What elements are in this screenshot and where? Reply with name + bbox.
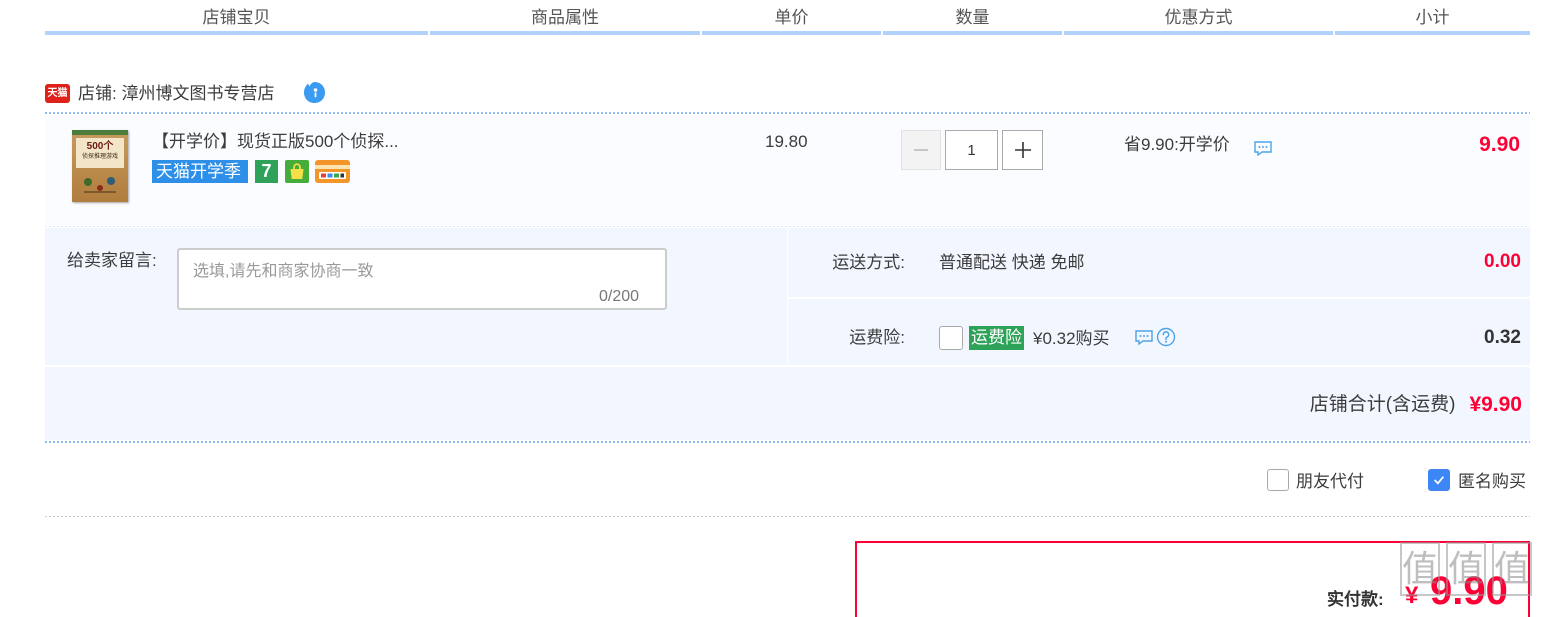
shop-total-row: 店铺合计(含运费) ¥9.90 bbox=[45, 367, 1530, 440]
unit-price: 19.80 bbox=[765, 132, 808, 151]
discount-text: 省9.90:开学价 bbox=[1124, 135, 1230, 154]
anonymous-purchase-checkbox[interactable] bbox=[1428, 469, 1450, 491]
cover-panel: 500个 侦探推理游戏 bbox=[76, 138, 124, 168]
shop-name-link[interactable]: 店铺: 漳州博文图书专营店 bbox=[78, 82, 274, 106]
cover-title: 500个 bbox=[86, 141, 114, 152]
insurance-checkbox[interactable] bbox=[939, 326, 963, 350]
column-header-quantity: 数量 bbox=[883, 0, 1062, 35]
comment-icon[interactable] bbox=[1253, 140, 1273, 157]
cover-illustration bbox=[84, 177, 116, 193]
column-header-row: 店铺宝贝 商品属性 单价 数量 优惠方式 小计 bbox=[45, 0, 1530, 35]
comment-icon[interactable] bbox=[1134, 329, 1154, 346]
product-title-link[interactable]: 【开学价】现货正版500个侦探... bbox=[152, 130, 399, 154]
insurance-badge: 运费险 bbox=[969, 326, 1024, 350]
column-header-attributes: 商品属性 bbox=[430, 0, 700, 35]
quantity-plus-button[interactable] bbox=[1002, 130, 1043, 170]
insurance-label: 运费险: bbox=[849, 328, 905, 347]
quantity-minus-button[interactable] bbox=[901, 130, 941, 170]
payment-currency: ¥ bbox=[1405, 582, 1419, 609]
seller-message-input[interactable] bbox=[177, 248, 667, 310]
promo-badge: 天猫开学季 bbox=[152, 160, 248, 183]
shipping-method-label: 运送方式: bbox=[832, 253, 905, 272]
shop-divider bbox=[45, 112, 1530, 114]
message-label: 给卖家留言: bbox=[67, 251, 157, 270]
shipping-method-row: 运送方式: 普通配送 快递 免邮 0.00 bbox=[788, 228, 1531, 299]
payment-summary-box: 实付款: ¥ 9.90 bbox=[855, 541, 1530, 617]
shop-total-label: 店铺合计(含运费) bbox=[1309, 394, 1456, 415]
message-shipping-section: 给卖家留言: 0/200 运送方式: 普通配送 快递 免邮 0.00 运费险: … bbox=[45, 228, 1531, 365]
friend-pay-label[interactable]: 朋友代付 bbox=[1296, 470, 1364, 494]
shop-total-amount: ¥9.90 bbox=[1469, 393, 1522, 416]
question-icon[interactable] bbox=[1156, 327, 1176, 347]
column-header-subtotal: 小计 bbox=[1335, 0, 1530, 35]
checkmark-icon bbox=[1434, 476, 1445, 485]
order-item-row: 500个 侦探推理游戏 【开学价】现货正版500个侦探... 天猫开学季 7 1… bbox=[45, 115, 1530, 225]
column-header-item: 店铺宝贝 bbox=[45, 0, 428, 35]
column-header-discount: 优惠方式 bbox=[1064, 0, 1333, 35]
card-icon bbox=[315, 160, 350, 183]
payment-amount: 9.90 bbox=[1430, 569, 1508, 613]
shop-total: 店铺合计(含运费) ¥9.90 bbox=[1310, 391, 1522, 419]
shipping-panel: 运送方式: 普通配送 快递 免邮 0.00 运费险: 运费险 ¥0.32购买 0… bbox=[787, 228, 1531, 365]
shipping-cost: 0.00 bbox=[1484, 251, 1521, 272]
options-divider bbox=[45, 516, 1530, 517]
seven-day-return-icon: 7 bbox=[255, 160, 278, 183]
friend-pay-checkbox[interactable] bbox=[1267, 469, 1289, 491]
item-subtotal: 9.90 bbox=[1479, 133, 1520, 156]
message-char-counter: 0/200 bbox=[599, 288, 640, 305]
plus-icon bbox=[1014, 142, 1031, 158]
insurance-cost: 0.32 bbox=[1484, 327, 1521, 348]
cover-band bbox=[72, 130, 128, 135]
quantity-input[interactable] bbox=[945, 130, 998, 170]
tmall-logo-icon: 天猫 bbox=[45, 84, 70, 103]
minus-icon bbox=[914, 149, 928, 151]
cover-subtitle: 侦探推理游戏 bbox=[81, 154, 118, 160]
wangwang-chat-icon[interactable] bbox=[302, 80, 327, 105]
item-divider bbox=[45, 226, 1530, 227]
insurance-price: ¥0.32购买 bbox=[1033, 329, 1110, 348]
bag-icon bbox=[285, 160, 309, 183]
total-divider bbox=[45, 441, 1530, 443]
shipping-method-value[interactable]: 普通配送 快递 免邮 bbox=[939, 251, 1084, 275]
shipping-insurance-row: 运费险: 运费险 ¥0.32购买 0.32 bbox=[788, 299, 1531, 365]
column-header-price: 单价 bbox=[702, 0, 881, 35]
payment-label: 实付款: bbox=[1327, 590, 1384, 609]
anonymous-purchase-label[interactable]: 匿名购买 bbox=[1458, 470, 1526, 494]
product-thumbnail[interactable]: 500个 侦探推理游戏 bbox=[72, 130, 128, 202]
